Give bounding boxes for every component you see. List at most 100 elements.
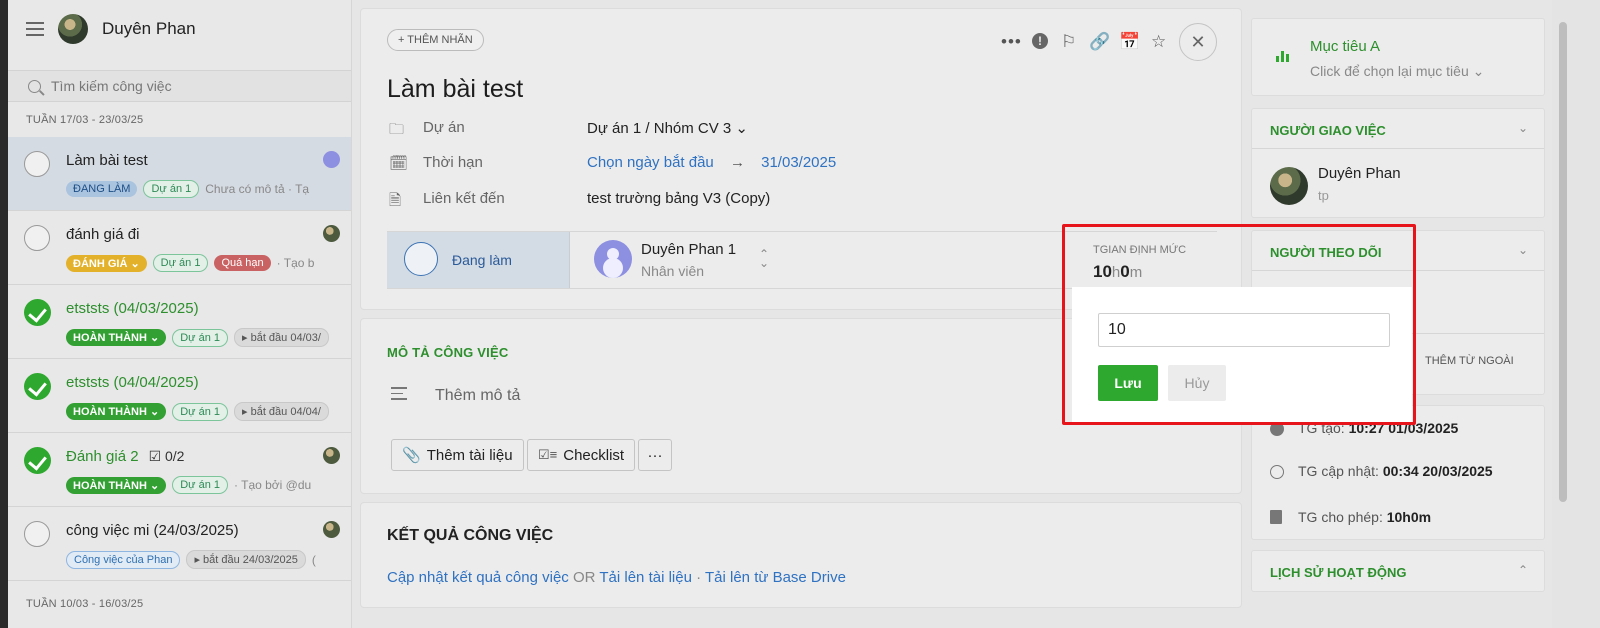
goal-title[interactable]: Mục tiêu A — [1310, 38, 1380, 55]
user-avatar[interactable] — [58, 14, 88, 44]
add-document-button[interactable]: 📎 Thêm tài liệu — [391, 439, 524, 471]
task-item[interactable]: Đánh giá 2 ☑ 0/2 HOÀN THÀNH ⌄ Dự án 1 · T… — [8, 433, 351, 507]
goal-card[interactable]: Mục tiêu A Click để chọn lại mục tiêu ⌄ — [1251, 18, 1545, 96]
scrollbar-thumb[interactable] — [1559, 22, 1567, 502]
sidebar-header: Duyên Phan — [26, 14, 196, 44]
task-title: công việc mi (24/03/2025) — [66, 522, 239, 539]
overdue-badge: Quá hạn — [214, 255, 271, 271]
add-outside-button[interactable]: THÊM TỪ NGOÀI — [1425, 355, 1514, 367]
assignee-role: Nhân viên — [641, 263, 705, 279]
status-badge[interactable]: HOÀN THÀNH ⌄ — [66, 329, 167, 346]
project-badge: Dự án 1 — [143, 180, 200, 198]
sort-updown-icon[interactable]: ⌃ ⌄ — [759, 248, 769, 269]
history-card[interactable]: LỊCH SỬ HOẠT ĐỘNG ⌃ — [1251, 550, 1545, 592]
checklist-icon: ☑≡ — [538, 447, 558, 462]
result-actions: Cập nhật kết quả công việc OR Tải lên tà… — [387, 569, 846, 586]
project-badge: Dự án 1 — [172, 476, 228, 494]
project-selector[interactable]: Dự án 1 / Nhóm CV 3 ⌄ — [587, 119, 748, 137]
link-to-label: Liên kết đến — [423, 190, 505, 207]
assigner-avatar — [1270, 167, 1308, 205]
assigner-heading: NGƯỜI GIAO VIỆC — [1270, 123, 1386, 138]
more-options-button[interactable]: ··· — [638, 439, 672, 471]
status-badge[interactable]: ĐÁNH GIÁ ⌄ — [66, 254, 147, 272]
status-bar: Đang làm Duyên Phan 1 Nhân viên ⌃ ⌄ TGIAN… — [387, 231, 1217, 289]
description-placeholder[interactable]: Thêm mô tả — [435, 387, 520, 405]
goal-subtitle[interactable]: Click để chọn lại mục tiêu ⌄ — [1310, 63, 1484, 80]
assignee-avatar[interactable] — [594, 240, 632, 278]
end-date-link[interactable]: 31/03/2025 — [761, 154, 836, 171]
status-badge[interactable]: HOÀN THÀNH ⌄ — [66, 403, 167, 420]
deadline-range: Chọn ngày bắt đầu → 31/03/2025 — [587, 154, 836, 171]
week-header: TUẦN 10/03 - 16/03/25 — [26, 598, 144, 610]
flag-icon — [1270, 510, 1282, 524]
task-meta: · Tạo b — [276, 256, 315, 270]
start-date-badge: ▸ bắt đầu 04/04/ — [234, 402, 329, 421]
followers-heading: NGƯỜI THEO DÕI — [1270, 245, 1382, 260]
more-icon: ··· — [647, 446, 663, 464]
close-icon: ✕ — [1190, 31, 1206, 52]
link-icon[interactable]: 🔗 — [1089, 33, 1110, 50]
assignee-name[interactable]: Duyên Phan 1 — [641, 241, 736, 258]
task-item[interactable]: công việc mi (24/03/2025) Công việc của … — [8, 507, 351, 581]
save-button[interactable]: Lưu — [1098, 365, 1158, 401]
start-date-badge: ▸ bắt đầu 24/03/2025 — [186, 550, 306, 569]
assigner-name: Duyên Phan — [1318, 165, 1401, 182]
checklist-button[interactable]: ☑≡ Checklist — [527, 439, 636, 471]
chevron-down-icon[interactable]: ⌄ — [1518, 243, 1528, 257]
task-title: Làm bài test — [66, 152, 148, 169]
task-title[interactable]: Làm bài test — [387, 75, 523, 104]
norm-time-input[interactable] — [1098, 313, 1390, 347]
close-button[interactable]: ✕ — [1179, 23, 1217, 61]
task-item[interactable]: Làm bài test ĐANG LÀM Dự án 1 Chưa có mô… — [8, 137, 351, 211]
add-label-button[interactable]: + THÊM NHÃN — [387, 29, 484, 51]
status-badge[interactable]: ĐANG LÀM — [66, 181, 138, 197]
status-label: Đang làm — [452, 252, 512, 268]
done-check-icon[interactable] — [24, 447, 51, 474]
done-check-icon[interactable] — [24, 373, 51, 400]
deadline-label: Thời hạn — [423, 154, 483, 171]
done-check-icon[interactable] — [24, 299, 51, 326]
bookmark-icon[interactable]: ⚐ — [1061, 33, 1076, 50]
task-title-text: Đánh giá 2 — [66, 448, 139, 465]
task-search[interactable]: Tìm kiếm công việc — [8, 70, 351, 102]
search-placeholder[interactable]: Tìm kiếm công việc — [51, 78, 172, 94]
user-name: Duyên Phan — [102, 19, 196, 38]
status-badge[interactable]: HOÀN THÀNH ⌄ — [66, 476, 167, 494]
task-title: etststs (04/03/2025) — [66, 300, 199, 317]
start-date-badge: ▸ bắt đầu 04/03/ — [234, 328, 329, 347]
task-item[interactable]: đánh giá đi ĐÁNH GIÁ ⌄ Dự án 1 Quá hạn ·… — [8, 211, 351, 285]
project-badge: Dự án 1 — [172, 402, 228, 421]
alert-icon[interactable]: ! — [1032, 33, 1048, 49]
text-lines-icon — [391, 387, 407, 404]
cancel-button[interactable]: Hủy — [1168, 365, 1226, 401]
task-status-circle[interactable] — [24, 521, 50, 547]
assignee-avatar — [323, 521, 340, 538]
chevron-down-icon[interactable]: ⌄ — [1518, 121, 1528, 135]
star-icon[interactable]: ☆ — [1151, 33, 1166, 50]
calendar-add-icon[interactable]: 📅 — [1119, 33, 1140, 50]
task-status-circle[interactable] — [24, 151, 50, 177]
task-title: đánh giá đi — [66, 226, 140, 243]
task-meta: Chưa có mô tả · Tạ — [205, 182, 310, 196]
update-result-link[interactable]: Cập nhật kết quả công việc — [387, 569, 569, 586]
more-icon[interactable]: ••• — [1001, 33, 1022, 50]
result-card: KẾT QUẢ CÔNG VIỆC Cập nhật kết quả công … — [360, 502, 1242, 608]
description-title: MÔ TẢ CÔNG VIỆC — [387, 345, 509, 360]
clock-icon — [1270, 465, 1284, 479]
menu-icon[interactable] — [26, 22, 44, 36]
task-detail-card: + THÊM NHÃN ••• ! ⚐ 🔗 📅 ☆ ✕ Làm bài test… — [360, 8, 1242, 310]
start-date-link[interactable]: Chọn ngày bắt đầu — [587, 154, 714, 171]
task-status-circle[interactable] — [24, 225, 50, 251]
task-item[interactable]: etststs (04/03/2025) HOÀN THÀNH ⌄ Dự án … — [8, 285, 351, 359]
attach-icon: 📎 — [402, 447, 421, 464]
chart-bars-icon — [1276, 51, 1289, 62]
chevron-up-icon[interactable]: ⌃ — [1518, 563, 1528, 577]
norm-time-value[interactable]: 10h0m — [1093, 262, 1142, 282]
status-circle-icon — [404, 242, 438, 276]
upload-document-link[interactable]: Tải lên tài liệu — [599, 569, 692, 586]
status-selector[interactable]: Đang làm — [387, 232, 570, 288]
checklist-label: Checklist — [563, 446, 625, 464]
task-item[interactable]: etststs (04/04/2025) HOÀN THÀNH ⌄ Dự án … — [8, 359, 351, 433]
linked-item[interactable]: test trường bảng V3 (Copy) — [587, 190, 770, 207]
base-drive-link[interactable]: Tải lên từ Base Drive — [705, 569, 846, 586]
